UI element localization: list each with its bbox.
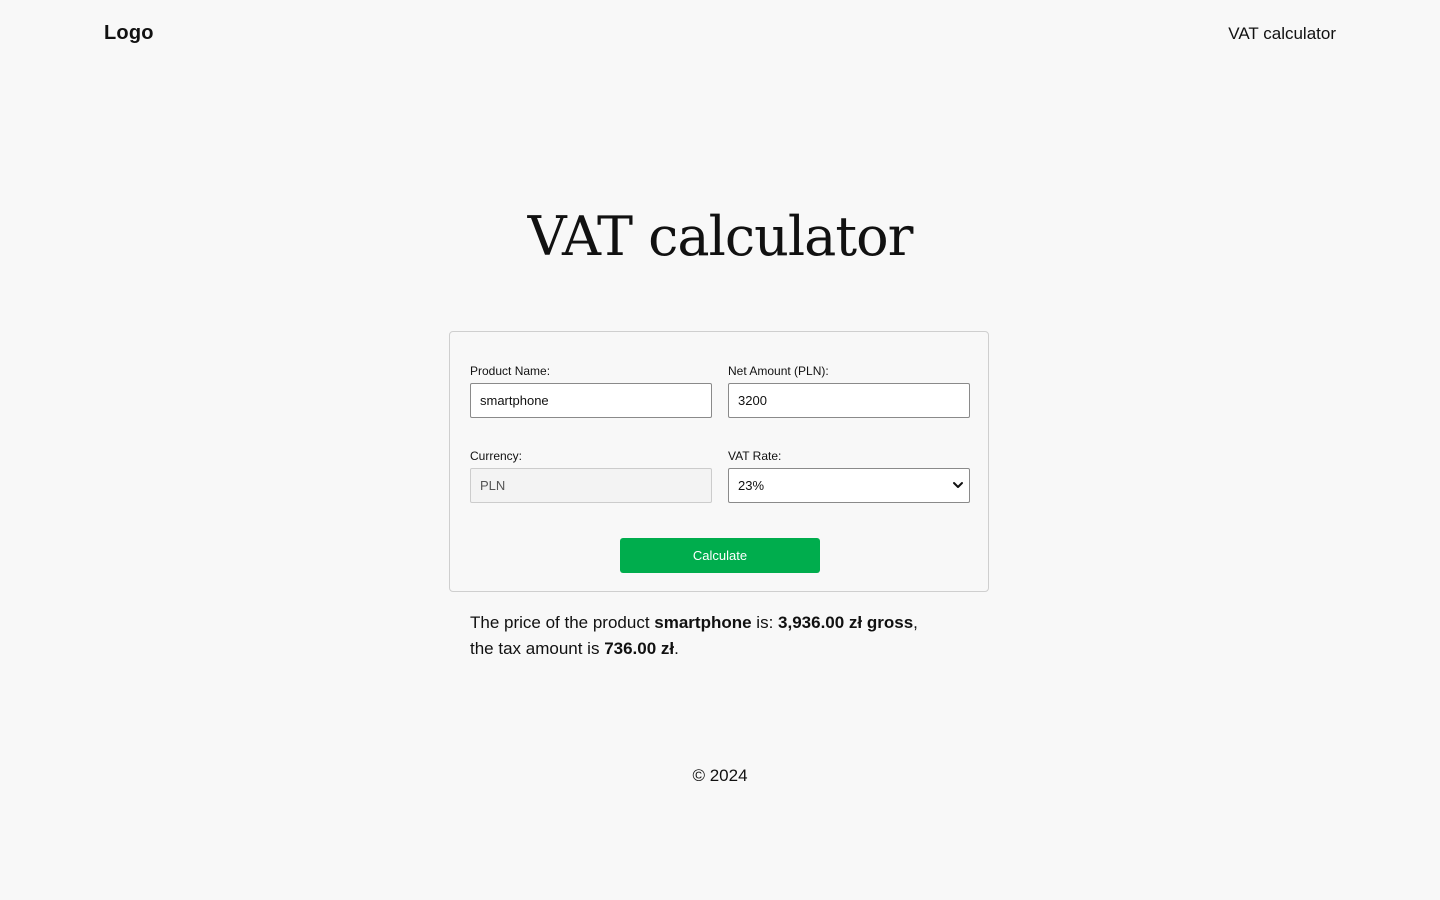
page-title: VAT calculator (527, 205, 914, 268)
result-product: smartphone (654, 613, 752, 632)
currency-input (470, 468, 712, 503)
vat-rate-select[interactable]: 23% (728, 468, 970, 503)
product-name-input[interactable] (470, 383, 712, 418)
result-prefix: The price of the product (470, 613, 655, 632)
result-text: The price of the product smartphone is: … (470, 610, 970, 662)
result-middle: is: (751, 613, 779, 632)
product-name-label: Product Name: (470, 364, 551, 378)
currency-label: Currency: (470, 449, 523, 463)
net-amount-label: Net Amount (PLN): (728, 364, 829, 378)
calculate-button[interactable]: Calculate (620, 538, 820, 573)
result-gross: 3,936.00 zł gross (778, 613, 914, 632)
nav-link-vat-calculator[interactable]: VAT calculator (1228, 24, 1336, 44)
result-tax-prefix: the tax amount is (470, 639, 605, 658)
vat-rate-field: VAT Rate: 23% (728, 448, 970, 503)
result-comma: , (913, 613, 918, 632)
net-amount-input[interactable] (728, 383, 970, 418)
vat-rate-label: VAT Rate: (728, 449, 782, 463)
logo[interactable]: Logo (104, 22, 154, 45)
product-name-field: Product Name: (470, 363, 712, 418)
result-tax: 736.00 zł (604, 639, 675, 658)
net-amount-field: Net Amount (PLN): (728, 363, 970, 418)
vat-form: Product Name: Net Amount (PLN): Currency… (449, 331, 989, 592)
currency-field: Currency: (470, 448, 712, 503)
site-header: Logo VAT calculator (0, 0, 1440, 70)
footer-copyright: © 2024 (692, 766, 748, 785)
result-suffix: . (674, 639, 679, 658)
